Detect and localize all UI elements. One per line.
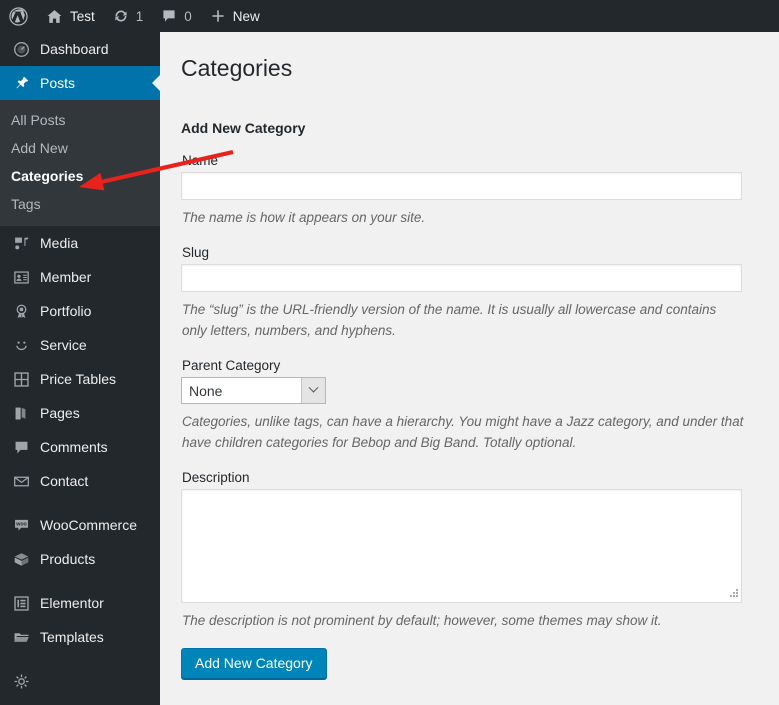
svg-text:woo: woo bbox=[15, 521, 27, 527]
media-icon bbox=[11, 233, 31, 253]
updates-icon bbox=[113, 8, 129, 24]
sidebar-item-label: WooCommerce bbox=[40, 517, 137, 533]
parent-category-label: Parent Category bbox=[182, 358, 281, 373]
slug-label: Slug bbox=[182, 245, 210, 260]
elementor-icon bbox=[11, 593, 31, 613]
sidebar-item-label: Posts bbox=[40, 75, 76, 91]
name-input[interactable] bbox=[181, 172, 742, 200]
sidebar-item-dashboard[interactable]: Dashboard bbox=[0, 32, 160, 66]
parent-category-description: Categories, unlike tags, can have a hier… bbox=[182, 414, 744, 450]
parent-category-select-wrap: None bbox=[181, 377, 326, 404]
sidebar-item-price-tables[interactable]: Price Tables bbox=[0, 362, 160, 396]
name-description: The name is how it appears on your site. bbox=[182, 210, 426, 225]
sidebar-item-label: Pages bbox=[40, 405, 80, 421]
sidebar-item-label: Service bbox=[40, 337, 87, 353]
sidebar-item-label: Dashboard bbox=[40, 41, 109, 57]
admin-bar-updates[interactable]: 1 bbox=[104, 0, 153, 32]
form-heading: Add New Category bbox=[181, 120, 306, 136]
sidebar-item-label: Media bbox=[40, 235, 79, 251]
main-content-area: Categories Add New Category Name The nam… bbox=[160, 32, 779, 705]
admin-sidebar-menu: Dashboard Posts All Posts Add New Catego… bbox=[0, 32, 160, 705]
page-title: Categories bbox=[181, 55, 293, 81]
folder-icon bbox=[11, 627, 31, 647]
sidebar-item-templates[interactable]: Templates bbox=[0, 620, 160, 654]
sidebar-item-label: Comments bbox=[40, 439, 108, 455]
admin-bar-new-label: New bbox=[232, 8, 260, 24]
field-parent-category: Parent Category None Categories, unlike … bbox=[181, 358, 758, 453]
sidebar-subitem-categories[interactable]: Categories bbox=[0, 162, 160, 190]
admin-bar-comments[interactable]: 0 bbox=[152, 0, 201, 32]
add-category-form: Add New Category Name The name is how it… bbox=[160, 83, 779, 679]
woocommerce-icon: woo bbox=[11, 515, 31, 535]
description-label: Description bbox=[182, 470, 250, 485]
sidebar-separator bbox=[0, 654, 160, 664]
admin-bar: Test 1 0 New bbox=[0, 0, 779, 32]
name-label: Name bbox=[182, 153, 219, 168]
comment-bubble-icon bbox=[161, 8, 177, 24]
sidebar-item-media[interactable]: Media bbox=[0, 226, 160, 260]
sidebar-item-comments[interactable]: Comments bbox=[0, 430, 160, 464]
field-name: Name The name is how it appears on your … bbox=[181, 153, 758, 228]
sidebar-item-label: Member bbox=[40, 269, 92, 285]
field-slug: Slug The “slug” is the URL-friendly vers… bbox=[181, 245, 758, 341]
wordpress-logo-icon bbox=[9, 6, 28, 26]
sidebar-item-partial-cutoff[interactable] bbox=[0, 664, 160, 698]
sidebar-item-label: Elementor bbox=[40, 595, 104, 611]
award-icon bbox=[11, 301, 31, 321]
add-new-category-button[interactable]: Add New Category bbox=[181, 648, 327, 679]
envelope-icon bbox=[11, 471, 31, 491]
parent-category-select[interactable]: None bbox=[181, 377, 326, 404]
wordpress-admin-screen: Test 1 0 New Dashboard Posts All Posts A… bbox=[0, 0, 779, 705]
sidebar-subitem-all-posts[interactable]: All Posts bbox=[0, 106, 160, 134]
description-textarea[interactable] bbox=[181, 489, 742, 603]
sidebar-item-label: Price Tables bbox=[40, 371, 117, 387]
sidebar-item-products[interactable]: Products bbox=[0, 542, 160, 576]
admin-bar-wordpress-logo[interactable] bbox=[0, 0, 37, 32]
sidebar-item-service[interactable]: Service bbox=[0, 328, 160, 362]
sidebar-item-label: Contact bbox=[40, 473, 89, 489]
sidebar-separator bbox=[0, 498, 160, 508]
sidebar-subitem-tags[interactable]: Tags bbox=[0, 190, 160, 218]
grid-icon bbox=[11, 369, 31, 389]
admin-bar-comments-count: 0 bbox=[184, 8, 192, 24]
sidebar-item-portfolio[interactable]: Portfolio bbox=[0, 294, 160, 328]
pages-icon bbox=[11, 403, 31, 423]
sidebar-item-label: Templates bbox=[40, 629, 104, 645]
comment-bubble-icon bbox=[11, 437, 31, 457]
sidebar-item-label: Portfolio bbox=[40, 303, 92, 319]
gear-icon bbox=[11, 671, 31, 691]
slug-description: The “slug” is the URL-friendly version o… bbox=[182, 302, 717, 338]
pin-icon bbox=[11, 73, 31, 93]
sidebar-item-member[interactable]: Member bbox=[0, 260, 160, 294]
sidebar-submenu-posts: All Posts Add New Categories Tags bbox=[0, 100, 160, 226]
slug-input[interactable] bbox=[181, 264, 742, 292]
home-icon bbox=[46, 8, 63, 25]
sidebar-item-contact[interactable]: Contact bbox=[0, 464, 160, 498]
description-description: The description is not prominent by defa… bbox=[182, 613, 662, 628]
sidebar-item-elementor[interactable]: Elementor bbox=[0, 586, 160, 620]
admin-bar-site-name-label: Test bbox=[70, 8, 95, 24]
sidebar-item-woocommerce[interactable]: woo WooCommerce bbox=[0, 508, 160, 542]
admin-bar-updates-count: 1 bbox=[135, 8, 144, 24]
dashboard-icon bbox=[11, 39, 31, 59]
sidebar-separator bbox=[0, 576, 160, 586]
admin-bar-site-name[interactable]: Test bbox=[37, 0, 104, 32]
sidebar-item-posts[interactable]: Posts bbox=[0, 66, 160, 100]
smiley-icon bbox=[11, 335, 31, 355]
admin-bar-new-content[interactable]: New bbox=[201, 0, 269, 32]
sidebar-subitem-add-new[interactable]: Add New bbox=[0, 134, 160, 162]
box-icon bbox=[11, 549, 31, 569]
plus-icon bbox=[210, 8, 226, 24]
sidebar-item-label: Products bbox=[40, 551, 96, 567]
field-description: Description The description is not promi… bbox=[181, 470, 758, 631]
sidebar-item-pages[interactable]: Pages bbox=[0, 396, 160, 430]
description-textarea-wrap bbox=[181, 489, 742, 603]
id-card-icon bbox=[11, 267, 31, 287]
